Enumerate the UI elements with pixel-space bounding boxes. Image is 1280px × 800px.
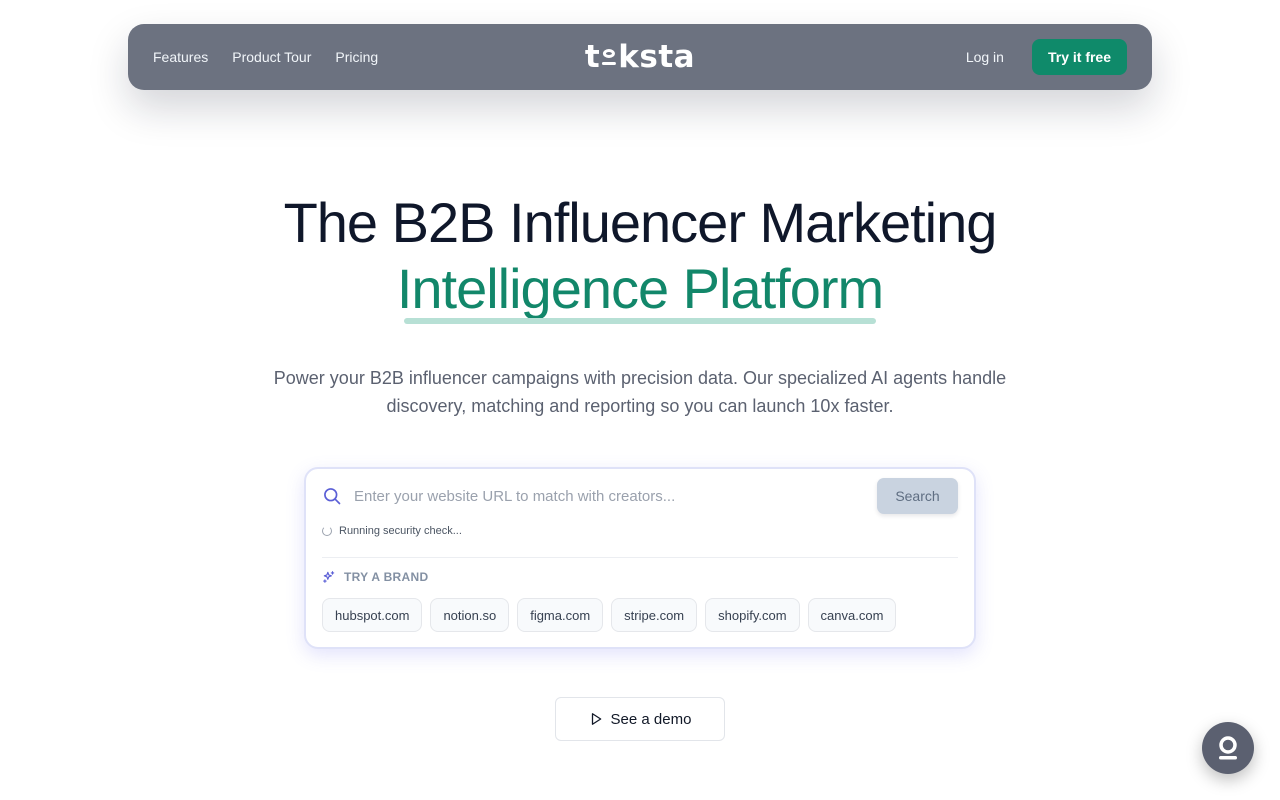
search-row: Search bbox=[322, 478, 958, 514]
brand-chip-notion[interactable]: notion.so bbox=[430, 598, 510, 632]
login-link[interactable]: Log in bbox=[966, 49, 1004, 65]
logo-o-glyph bbox=[601, 47, 617, 67]
brand-chip-hubspot[interactable]: hubspot.com bbox=[322, 598, 423, 632]
brand-chip-figma[interactable]: figma.com bbox=[517, 598, 604, 632]
nav-link-features[interactable]: Features bbox=[153, 49, 208, 65]
top-navbar: Features Product Tour Pricing t ksta Log… bbox=[128, 24, 1152, 90]
divider bbox=[322, 557, 958, 558]
see-demo-label: See a demo bbox=[610, 710, 692, 728]
see-demo-button[interactable]: See a demo bbox=[555, 697, 725, 741]
sparkles-icon bbox=[323, 571, 335, 583]
logo-text-start: t bbox=[584, 39, 601, 75]
play-icon bbox=[591, 713, 601, 725]
hero-title: The B2B Influencer Marketing Intelligenc… bbox=[0, 190, 1280, 322]
try-a-brand-label: TRY A BRAND bbox=[344, 570, 429, 584]
try-a-brand-heading: TRY A BRAND bbox=[322, 570, 428, 584]
try-free-button[interactable]: Try it free bbox=[1031, 39, 1127, 75]
nav-actions: Log in Try it free bbox=[966, 39, 1127, 75]
title-underline bbox=[404, 318, 876, 324]
nav-link-pricing[interactable]: Pricing bbox=[335, 49, 378, 65]
loading-spinner-icon bbox=[322, 526, 332, 536]
search-card: Search Running security check... TRY A B… bbox=[304, 467, 976, 649]
search-button[interactable]: Search bbox=[877, 478, 958, 514]
hero-title-line1: The B2B Influencer Marketing bbox=[283, 191, 998, 254]
search-icon bbox=[324, 488, 341, 505]
brand-chip-stripe[interactable]: stripe.com bbox=[611, 598, 698, 632]
chat-widget-button[interactable] bbox=[1202, 722, 1254, 774]
brand-chip-canva[interactable]: canva.com bbox=[807, 598, 897, 632]
brand-chip-shopify[interactable]: shopify.com bbox=[705, 598, 800, 632]
logo[interactable]: t ksta bbox=[585, 39, 695, 75]
hero-title-line2: Intelligence Platform bbox=[396, 257, 884, 320]
hero-subtitle: Power your B2B influencer campaigns with… bbox=[273, 368, 1007, 416]
security-check-status: Running security check... bbox=[322, 525, 462, 537]
website-url-input[interactable] bbox=[354, 478, 877, 514]
nav-link-product-tour[interactable]: Product Tour bbox=[232, 49, 311, 65]
chat-icon bbox=[1219, 736, 1237, 760]
logo-text-end: ksta bbox=[618, 39, 696, 75]
nav-links: Features Product Tour Pricing bbox=[153, 49, 378, 65]
security-check-text: Running security check... bbox=[339, 525, 462, 537]
brand-chips: hubspot.com notion.so figma.com stripe.c… bbox=[322, 598, 897, 632]
